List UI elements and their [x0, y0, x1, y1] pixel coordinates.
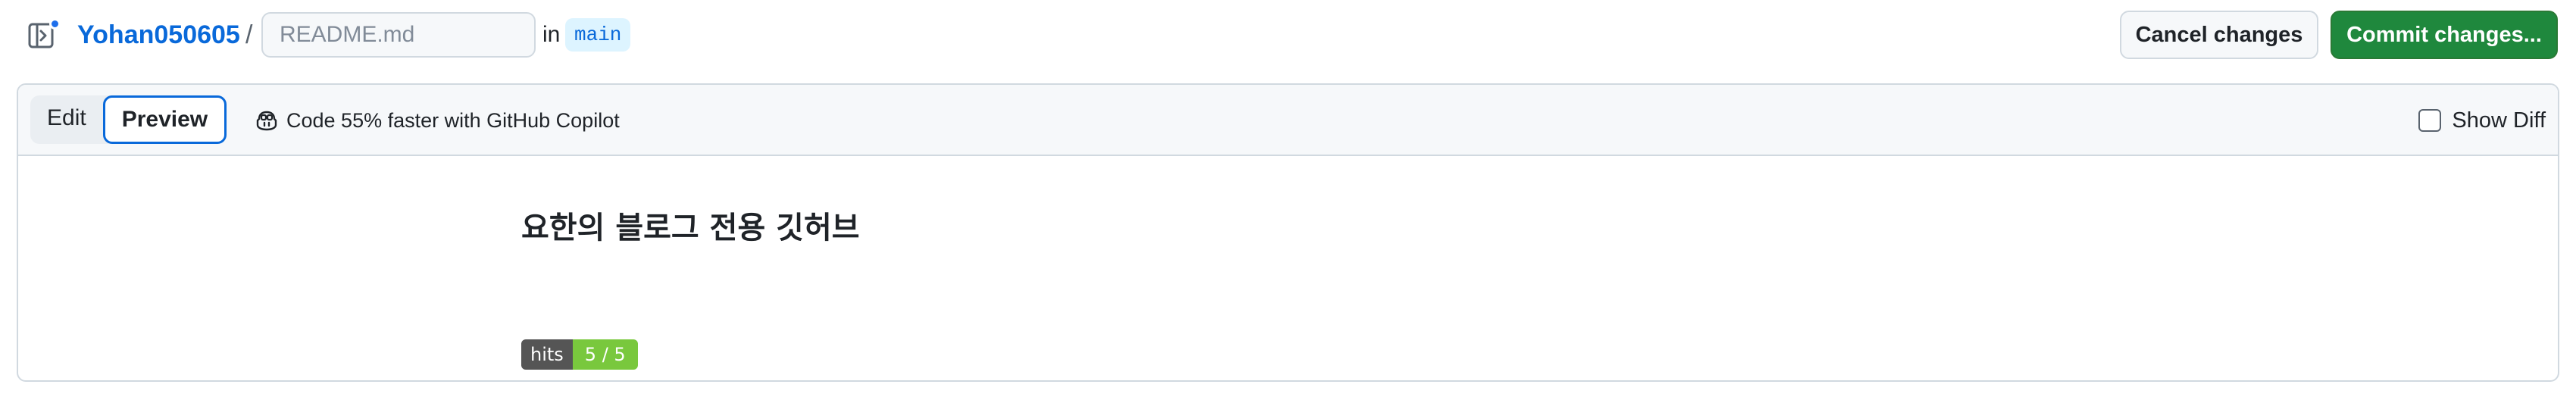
commit-changes-button[interactable]: Commit changes... — [2331, 11, 2558, 59]
filename-input[interactable] — [261, 12, 536, 58]
tab-preview[interactable]: Preview — [102, 95, 227, 144]
editor-tabs: Edit Preview — [30, 95, 227, 144]
notification-dot — [49, 18, 61, 30]
path-separator: / — [245, 20, 253, 49]
cancel-changes-button[interactable]: Cancel changes — [2120, 11, 2318, 59]
hits-badge: hits 5 / 5 — [521, 339, 638, 370]
markdown-preview: 요한의 블로그 전용 깃허브 hits 5 / 5 — [18, 156, 2558, 380]
sidebar-expand-icon[interactable] — [27, 18, 61, 52]
copilot-promo-label: Code 55% faster with GitHub Copilot — [286, 108, 620, 132]
file-edit-header: Yohan050605 / in main Cancel changes Com… — [0, 0, 2576, 70]
file-editor: Edit Preview Code 55% faster with GitHub… — [17, 83, 2559, 382]
hits-badge-label: hits — [521, 339, 573, 370]
repo-owner-link[interactable]: Yohan050605 — [77, 18, 240, 52]
copilot-promo-link[interactable]: Code 55% faster with GitHub Copilot — [255, 108, 620, 133]
tab-edit[interactable]: Edit — [30, 95, 103, 144]
show-diff-toggle[interactable]: Show Diff — [2418, 108, 2546, 133]
show-diff-label: Show Diff — [2452, 108, 2546, 133]
branch-badge: main — [565, 18, 631, 52]
in-label: in — [542, 22, 561, 47]
editor-toolbar: Edit Preview Code 55% faster with GitHub… — [18, 85, 2558, 156]
hits-badge-value: 5 / 5 — [572, 339, 638, 370]
copilot-icon — [256, 111, 277, 131]
readme-heading: 요한의 블로그 전용 깃허브 — [521, 211, 860, 245]
show-diff-checkbox[interactable] — [2418, 109, 2442, 132]
